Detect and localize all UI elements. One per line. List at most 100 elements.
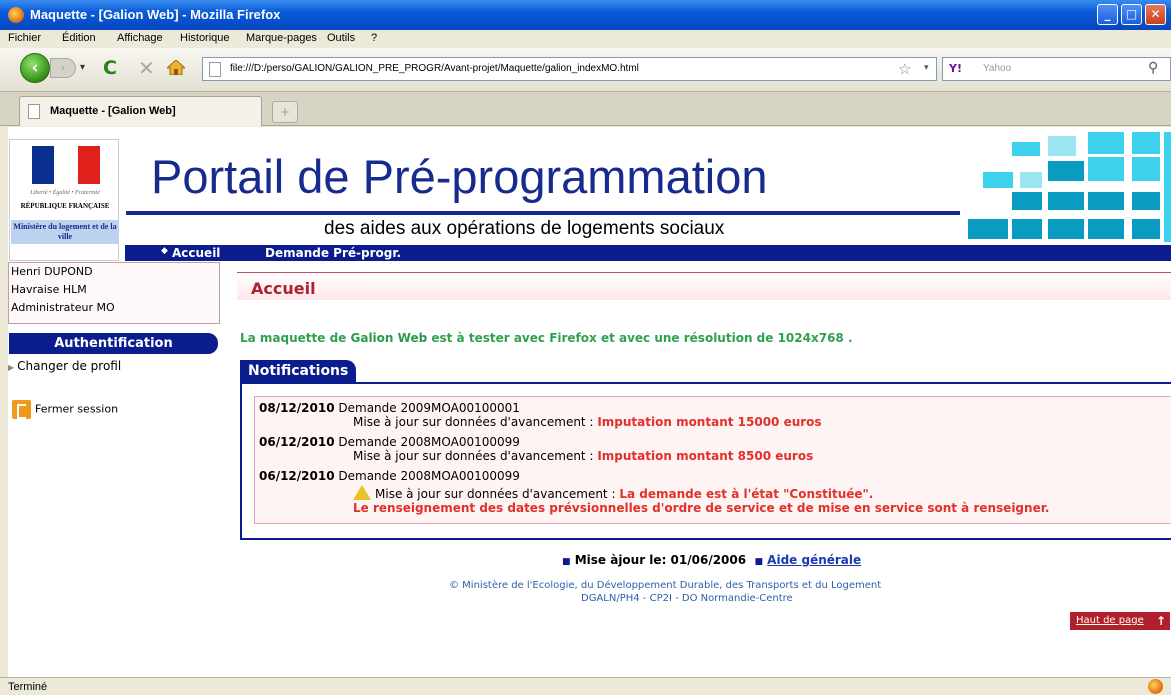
page-viewport: Liberté • Égalité • Fraternité RÉPUBLIQU… bbox=[8, 127, 1171, 677]
haut-de-page-button[interactable]: Haut de page ↑ bbox=[1070, 612, 1170, 630]
notification-date: 08/12/2010 bbox=[259, 401, 335, 415]
notification-warning-detail: Le renseignement des dates prévsionnelle… bbox=[353, 501, 1049, 515]
url-text: file:///D:/perso/GALION/GALION_PRE_PROGR… bbox=[230, 63, 639, 74]
window-title: Maquette - [Galion Web] - Mozilla Firefo… bbox=[30, 7, 281, 22]
reload-icon[interactable]: C bbox=[103, 57, 117, 79]
maximize-button[interactable]: □ bbox=[1121, 4, 1142, 25]
logo-republic: RÉPUBLIQUE FRANÇAISE bbox=[20, 202, 110, 210]
section-title: Accueil bbox=[251, 279, 316, 298]
org-line: DGALN/PH4 - CP2I - DO Normandie-Centre bbox=[581, 593, 793, 604]
search-icon[interactable]: ⚲ bbox=[1148, 60, 1158, 76]
last-update: Mise àjour le: 01/06/2006 bbox=[574, 553, 747, 567]
user-name: Henri DUPOND bbox=[11, 265, 93, 278]
intro-app-name: Galion Web bbox=[350, 331, 428, 345]
intro-text-1: La maquette de bbox=[240, 331, 351, 345]
section-header: Accueil bbox=[237, 272, 1171, 300]
notification-demande: Demande 2009MOA00100001 bbox=[338, 401, 520, 415]
url-dropdown-icon[interactable]: ▾ bbox=[924, 63, 929, 73]
aide-generale-link[interactable]: Aide générale bbox=[767, 553, 861, 567]
logo-motto: Liberté • Égalité • Fraternité bbox=[30, 190, 100, 196]
status-bar: Terminé bbox=[0, 677, 1171, 695]
bookmark-star-icon[interactable]: ☆ bbox=[898, 60, 911, 78]
page-title: Portail de Pré-programmation bbox=[151, 150, 768, 203]
forward-button[interactable]: › bbox=[50, 58, 76, 78]
logout-icon bbox=[12, 400, 31, 419]
notifications-tab: Notifications bbox=[240, 360, 356, 382]
user-organisation: Havraise HLM bbox=[11, 283, 87, 296]
notification-date: 06/12/2010 bbox=[259, 469, 335, 483]
firefox-status-icon bbox=[1148, 679, 1163, 694]
menu-affichage[interactable]: Affichage bbox=[117, 32, 163, 44]
new-tab-button[interactable]: + bbox=[272, 101, 298, 123]
fermer-session-label: Fermer session bbox=[35, 402, 119, 416]
authentification-header: Authentification bbox=[9, 333, 218, 354]
notification-demande: Demande 2008MOA00100099 bbox=[338, 435, 520, 449]
arrow-up-icon: ↑ bbox=[1156, 614, 1167, 628]
changer-profil-label: Changer de profil bbox=[17, 359, 122, 373]
url-bar[interactable]: file:///D:/perso/GALION/GALION_PRE_PROGR… bbox=[202, 57, 937, 81]
changer-profil-link[interactable]: ▶ Changer de profil bbox=[8, 359, 121, 373]
notification-highlight: La demande est à l'état "Constituée". bbox=[619, 487, 874, 501]
menu-edition[interactable]: Édition bbox=[62, 32, 96, 44]
home-icon[interactable] bbox=[167, 60, 185, 75]
firefox-icon bbox=[8, 7, 24, 23]
notification-detail: Mise à jour sur données d'avancement : I… bbox=[353, 415, 822, 429]
status-text: Terminé bbox=[8, 681, 48, 693]
search-placeholder: Yahoo bbox=[983, 63, 1012, 74]
arrow-right-icon: ▶ bbox=[8, 363, 15, 372]
top-nav-strip: ◆ Accueil Demande Pré-progr. bbox=[125, 245, 1171, 261]
notification-highlight-2: Le renseignement des dates prévsionnelle… bbox=[353, 501, 1050, 515]
menu-fichier[interactable]: Fichier bbox=[8, 32, 41, 44]
notification-demande: Demande 2008MOA00100099 bbox=[338, 469, 520, 483]
notification-highlight: Imputation montant 15000 euros bbox=[597, 415, 822, 429]
user-info-box: Henri DUPOND Havraise HLM Administrateur… bbox=[8, 262, 220, 324]
tab-page-icon bbox=[28, 104, 40, 119]
menu-historique[interactable]: Historique bbox=[180, 32, 230, 44]
menu-help[interactable]: ? bbox=[371, 32, 377, 44]
tab-strip: Maquette - [Galion Web] + bbox=[0, 92, 1171, 126]
intro-text-2: est à tester avec bbox=[427, 331, 550, 345]
marianne-logo: Liberté • Égalité • Fraternité RÉPUBLIQU… bbox=[9, 139, 119, 261]
notification-detail: Mise à jour sur données d'avancement : I… bbox=[353, 449, 813, 463]
notification-detail-text: Mise à jour sur données d'avancement : bbox=[353, 449, 598, 463]
notification-item: 08/12/2010 Demande 2009MOA00100001 bbox=[259, 401, 520, 415]
intro-resolution: 1024x768 bbox=[777, 331, 844, 345]
notification-detail-text: Mise à jour sur données d'avancement : bbox=[375, 487, 620, 501]
tab-maquette[interactable]: Maquette - [Galion Web] bbox=[19, 96, 262, 126]
intro-text-3: et avec une résolution de bbox=[596, 331, 778, 345]
nav-accueil-link[interactable]: Accueil bbox=[172, 246, 220, 260]
minimize-button[interactable]: _ bbox=[1097, 4, 1118, 25]
bullet-icon: ■ bbox=[562, 557, 571, 567]
yahoo-icon[interactable]: Y! bbox=[949, 62, 962, 75]
menu-outils[interactable]: Outils bbox=[327, 32, 355, 44]
page-subtitle: des aides aux opérations de logements so… bbox=[324, 218, 725, 239]
navigation-toolbar: ‹ › ▾ C ✕ file:///D:/perso/GALION/GALION… bbox=[0, 48, 1171, 92]
menu-bar: Fichier Édition Affichage Historique Mar… bbox=[0, 30, 1171, 48]
window-titlebar: Maquette - [Galion Web] - Mozilla Firefo… bbox=[0, 0, 1171, 30]
notification-detail-text: Mise à jour sur données d'avancement : bbox=[353, 415, 598, 429]
title-divider bbox=[126, 211, 960, 215]
history-dropdown-icon[interactable]: ▾ bbox=[80, 62, 85, 73]
notification-item: 06/12/2010 Demande 2008MOA00100099 bbox=[259, 435, 520, 449]
intro-text-4: . bbox=[843, 331, 853, 345]
notification-date: 06/12/2010 bbox=[259, 435, 335, 449]
haut-de-page-label: Haut de page bbox=[1076, 615, 1144, 626]
tab-title: Maquette - [Galion Web] bbox=[50, 105, 176, 117]
search-bar[interactable]: Y! Yahoo ⚲ bbox=[942, 57, 1171, 81]
notifications-panel: 08/12/2010 Demande 2009MOA00100001 Mise … bbox=[240, 382, 1171, 540]
nav-demande-link[interactable]: Demande Pré-progr. bbox=[265, 246, 401, 260]
footer-links: ■ Mise àjour le: 01/06/2006 ■ Aide génér… bbox=[562, 553, 861, 567]
maximize-icon: □ bbox=[1125, 7, 1138, 21]
intro-browser: Firefox bbox=[549, 331, 597, 345]
nav-bullet-icon: ◆ bbox=[161, 246, 168, 256]
notification-detail: Mise à jour sur données d'avancement : L… bbox=[353, 485, 873, 501]
copyright-line: © Ministère de l'Ecologie, du Développem… bbox=[449, 580, 882, 591]
notification-item: 06/12/2010 Demande 2008MOA00100099 bbox=[259, 469, 520, 483]
fermer-session-link[interactable]: Fermer session bbox=[12, 400, 118, 419]
back-button[interactable]: ‹ bbox=[20, 53, 50, 83]
minimize-icon: _ bbox=[1104, 7, 1111, 21]
close-icon: ✕ bbox=[1150, 7, 1161, 21]
close-button[interactable]: ✕ bbox=[1145, 4, 1166, 25]
menu-marque-pages[interactable]: Marque-pages bbox=[246, 32, 317, 44]
stop-icon[interactable]: ✕ bbox=[138, 56, 155, 80]
